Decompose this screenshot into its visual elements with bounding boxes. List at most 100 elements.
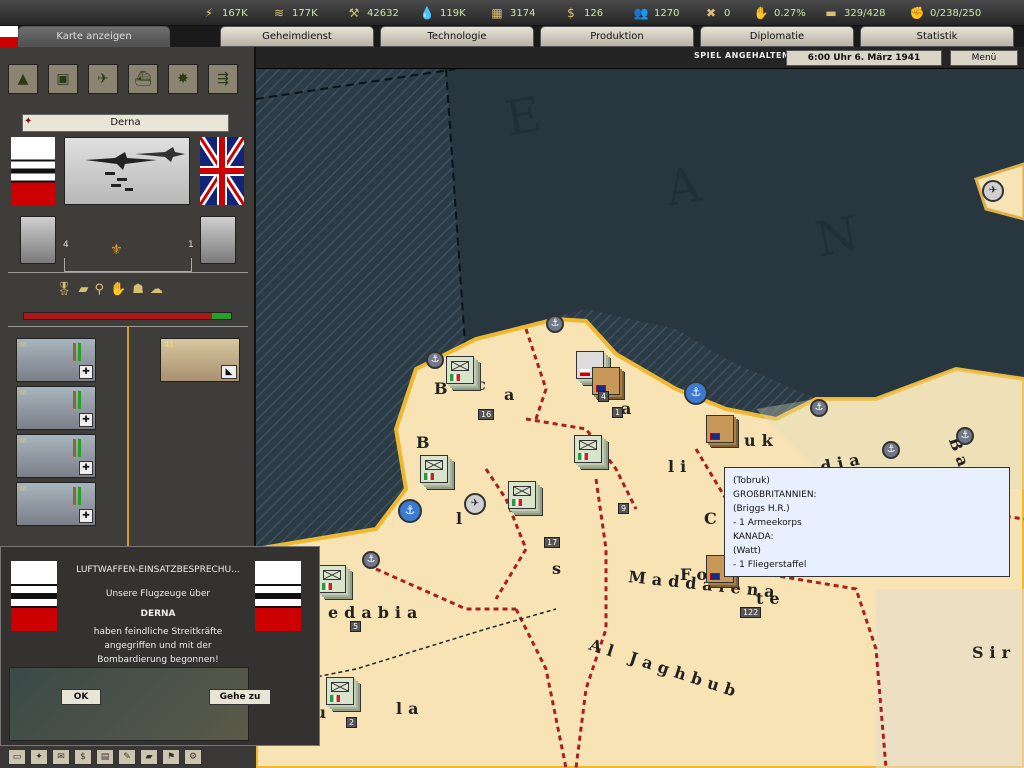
flag-icon[interactable]: ⚑: [162, 749, 180, 765]
uk-flag-icon: [710, 433, 720, 440]
port-anchor-icon[interactable]: ⚓: [810, 399, 828, 417]
province-name: Derna: [22, 114, 229, 132]
resource-transport[interactable]: ▬ 329/428: [822, 0, 886, 26]
province-tooltip: (Tobruk) GROßBRITANNIEN: (Briggs H.R.) -…: [724, 467, 1010, 577]
tab-technology[interactable]: Technologie: [380, 26, 534, 47]
port-anchor-icon[interactable]: ⚓: [426, 351, 444, 369]
unit-level: III: [20, 485, 27, 493]
terrain-map-icon[interactable]: ▲: [8, 64, 38, 94]
oil-icon: 💧: [419, 6, 435, 20]
defender-leader-portrait[interactable]: [200, 216, 236, 264]
german-flag-icon: [11, 561, 57, 631]
tab-statistics[interactable]: Statistik: [860, 26, 1014, 47]
resource-rare-materials[interactable]: ⚒ 42632: [345, 0, 399, 26]
menu-button[interactable]: Menü: [950, 50, 1018, 66]
mail-icon[interactable]: ✉: [52, 749, 70, 765]
map-unit-stack[interactable]: [318, 565, 346, 593]
air-map-icon[interactable]: ✈: [88, 64, 118, 94]
resource-dissent[interactable]: ✋ 0.27%: [752, 0, 806, 26]
port-anchor-icon[interactable]: ⚓: [362, 551, 380, 569]
goto-button[interactable]: Gehe zu: [209, 689, 271, 705]
money-icon[interactable]: $: [74, 749, 92, 765]
unit-strength: 41: [164, 340, 175, 349]
strength-bars: [73, 439, 81, 457]
defender-leader-count: 1: [188, 240, 194, 250]
air-unit-card[interactable]: III ✚: [16, 434, 96, 478]
resource-convoy[interactable]: ✊ 0/238/250: [908, 0, 982, 26]
map-unit-stack[interactable]: [574, 435, 602, 463]
map-unit-stack[interactable]: [446, 356, 474, 384]
defender-unit-card[interactable]: 41 ◣: [160, 338, 240, 382]
air-mission-dialog: LUFTWAFFEN-EINSATZBESPRECHU... Unsere Fl…: [0, 546, 320, 746]
tank-icon: ▰: [78, 282, 89, 297]
unit-count: 1: [612, 407, 624, 418]
supplies-icon: ▦: [491, 6, 503, 20]
settings-icon[interactable]: ⚙: [184, 749, 202, 765]
dialog-text: Unsere Flugzeuge über: [105, 589, 211, 599]
infantry-symbol: [331, 682, 349, 692]
port-anchor-icon[interactable]: ⚓: [956, 427, 974, 445]
air-unit-icon: ✚: [79, 413, 93, 427]
resource-value: 329/428: [844, 7, 886, 19]
resource-value: 0/238/250: [930, 7, 982, 19]
air-unit-card[interactable]: III ✚: [16, 386, 96, 430]
zoom-icon[interactable]: ▭: [8, 749, 26, 765]
region-label: l: [456, 509, 469, 528]
game-clock[interactable]: 6:00 Uhr 6. März 1941: [786, 50, 942, 66]
map-unit-stack[interactable]: [706, 415, 734, 443]
map-unit-stack[interactable]: [508, 481, 536, 509]
air-unit-card[interactable]: III ✚: [16, 482, 96, 526]
resource-supplies[interactable]: ▦ 3174: [488, 0, 535, 26]
airbase-icon[interactable]: ✈: [464, 493, 486, 515]
document-icon[interactable]: ✎: [118, 749, 136, 765]
supply-map-icon[interactable]: ⇶: [208, 64, 238, 94]
map-unit-stack[interactable]: [326, 677, 354, 705]
land-unit-map-icon[interactable]: ▣: [48, 64, 78, 94]
eagle-icon[interactable]: ✦: [30, 749, 48, 765]
folder-icon[interactable]: ▰: [140, 749, 158, 765]
diplomacy-icon: ✖: [705, 6, 717, 20]
region-label: edabia: [328, 603, 424, 622]
map-unit-stack[interactable]: [420, 455, 448, 483]
italy-flag-icon: [450, 374, 460, 381]
combat-strength-fill: [24, 313, 213, 319]
resource-metal[interactable]: ≋ 177K: [270, 0, 318, 26]
tab-intelligence[interactable]: Geheimdienst: [220, 26, 374, 47]
unit-count: 9: [618, 503, 630, 514]
combat-modifiers: 🎖 ▰ ⚲ ✋ ☗ ☁: [56, 282, 163, 297]
tab-production[interactable]: Produktion: [540, 26, 694, 47]
uk-flag-icon: [710, 573, 720, 580]
ok-button[interactable]: OK: [61, 689, 101, 705]
resource-oil[interactable]: 💧 119K: [418, 0, 466, 26]
resource-value: 0.27%: [774, 7, 806, 19]
air-unit-card[interactable]: III ✚: [16, 338, 96, 382]
resource-energy[interactable]: ⚡ 167K: [200, 0, 248, 26]
tooltip-line: (Briggs H.R.): [733, 504, 790, 514]
book-icon[interactable]: ▤: [96, 749, 114, 765]
german-flag-icon: [11, 137, 55, 205]
port-anchor-icon[interactable]: ⚓: [546, 315, 564, 333]
naval-map-icon[interactable]: ⛴: [128, 64, 158, 94]
combat-strength-bar: [23, 312, 232, 320]
bombing-map-icon[interactable]: ✸: [168, 64, 198, 94]
attacker-leader-count: 4: [63, 240, 69, 250]
naval-base-icon[interactable]: ⚓: [684, 381, 708, 405]
map-view[interactable]: E A N B c a a B l li s C uk dia Fo te Ma…: [256, 69, 1024, 768]
resource-diplomacy[interactable]: ✖ 0: [702, 0, 730, 26]
port-anchor-icon[interactable]: ⚓: [882, 441, 900, 459]
region-label: C: [704, 509, 723, 528]
naval-base-icon[interactable]: ⚓: [398, 499, 422, 523]
attacker-leader-portrait[interactable]: [20, 216, 56, 264]
airbase-icon[interactable]: ✈: [982, 180, 1004, 202]
resource-value: 3174: [510, 7, 536, 19]
tab-map[interactable]: Karte anzeigen: [18, 26, 170, 47]
resource-manpower[interactable]: 👥 1270: [632, 0, 680, 26]
tooltip-line: - 1 Fliegerstaffel: [733, 560, 807, 570]
combat-frame: [64, 258, 192, 272]
tab-diplomacy[interactable]: Diplomatie: [700, 26, 854, 47]
transport-icon: ▬: [825, 6, 837, 20]
resource-money[interactable]: $126: [562, 0, 603, 26]
dialog-text: Bombardierung begonnen!: [97, 655, 219, 665]
nation-flag-icon: [0, 26, 18, 48]
manpower-icon: 👥: [633, 6, 649, 20]
